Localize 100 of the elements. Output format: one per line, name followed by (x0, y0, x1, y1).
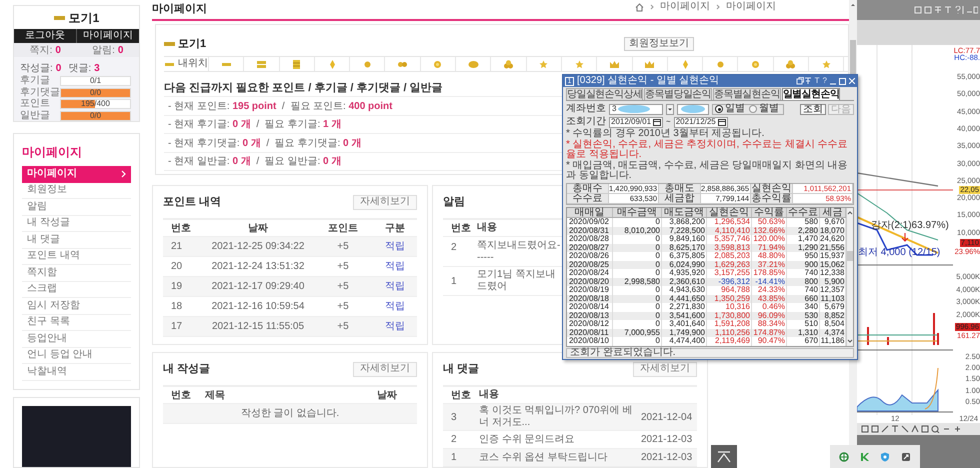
column-header: 제목 (204, 388, 226, 402)
requirement-text: - 현재 후기댓글: 0 개 / 필요 후기댓글: 0 개 (168, 136, 362, 151)
radio-label: 월별 (759, 104, 779, 114)
table-cell-text: +5 (336, 300, 350, 314)
post-count-label: 작성글: (20, 62, 53, 76)
table-cell-text: 2021-12-04 (641, 410, 694, 424)
menu-item[interactable]: 마이페이지 (22, 166, 131, 182)
count-value: 0 (55, 44, 61, 58)
view-more-button[interactable]: 자세히보기 (633, 362, 697, 376)
column-header: 내용 (477, 222, 498, 234)
member-name: 모기1 (178, 36, 206, 52)
progress-label: 포인트 (20, 99, 51, 110)
column-header: 구분 (384, 222, 406, 236)
summary-label: 세금합 (659, 194, 701, 203)
type-link[interactable]: 적립 (373, 279, 417, 294)
table-cell-text: 코스 수위 옵션 부탁드립니다 (478, 452, 608, 464)
notice-text: * 매입금액, 매도금액, 수수료, 세금은 당일매매일지 화면의 내용과 동일합니다. (566, 161, 849, 181)
window-tab[interactable]: 당일실현손익상세 (566, 88, 644, 100)
window-tab[interactable]: 종목별당일손익 (644, 88, 712, 100)
menu-item[interactable]: 내 댓글 (22, 232, 131, 248)
table-cell: 4,474,400 (662, 337, 707, 346)
table-cell-text: 2021-12-03 (641, 451, 694, 465)
progress-label: 후기댓글 (20, 88, 60, 98)
table-cell-text: 혹 이것도 먹튀입니까? 070위에 베너 저거도... (478, 405, 634, 429)
menu-item[interactable]: 내 작성글 (22, 216, 131, 232)
menu-item[interactable]: 포인트 내역 (22, 248, 131, 265)
notice-text: * 실현손익, 수수료, 세금은 추정치이며, 수수료는 체결시 수수료율로 적용됩니다. (566, 140, 849, 160)
status-text: 조회가 완료되었습니다. (570, 348, 676, 358)
column-header: 매수금액 (613, 208, 662, 217)
summary-label: 수수료 (567, 194, 609, 203)
title-bar-button[interactable]: T (814, 77, 820, 85)
table-cell-text: 2021-12-25 09:34:22 (210, 240, 306, 254)
table-cell-text: 21 (170, 240, 184, 254)
table-cell-text: 1 (450, 274, 458, 288)
panel-title: 내 작성글 (163, 362, 210, 377)
sidebar-button[interactable]: 로그아웃 (14, 29, 76, 43)
table-cell-text: 1 (450, 451, 458, 465)
progress-reading: 0/1 (88, 77, 102, 86)
count-label: 알림: (92, 44, 115, 58)
view-more-button[interactable]: 자세히보기 (353, 194, 417, 210)
window-button[interactable]: 조회 (800, 104, 826, 114)
menu-item[interactable]: 등업안내 (22, 331, 131, 348)
table-cell: 2020/08/10 (567, 337, 613, 346)
progress-label: 일반글 (20, 110, 51, 121)
menu-item[interactable]: 언니 등업 안내 (22, 348, 131, 364)
type-link[interactable]: 적립 (373, 299, 417, 314)
title-bar-button[interactable]: ? (822, 77, 827, 85)
post-count-value: 0 (56, 62, 62, 76)
table-cell-text: +5 (336, 240, 350, 254)
menu-item[interactable]: 스크랩 (22, 282, 131, 298)
sidebar-button[interactable]: 마이페이지 (77, 29, 139, 43)
column-header: 실현손익 (707, 208, 752, 217)
post-count-value: 3 (94, 62, 100, 76)
date-separator: ~ (666, 118, 671, 126)
summary-label: 총수익률 (751, 194, 793, 203)
type-link[interactable]: 적립 (373, 319, 417, 334)
menu-title: 마이페이지 (22, 144, 83, 159)
page-title: 마이페이지 (152, 2, 207, 17)
column-header: 번호 (170, 388, 192, 402)
menu-item[interactable]: 친구 목록 (22, 314, 131, 331)
table-cell-text: 19 (170, 280, 184, 294)
column-header: 포인트 (327, 222, 359, 236)
window-tab[interactable]: 일별실현손익 (782, 88, 840, 100)
requirement-text: - 현재 후기글: 0 개 / 필요 후기글: 1 개 (168, 118, 342, 132)
table-cell-text: 2021-12-15 11:55:05 (210, 320, 306, 334)
table-cell: 2,119,469 (707, 337, 752, 346)
table-cell-text: 18 (170, 300, 184, 314)
menu-item[interactable]: 회원정보 (22, 182, 131, 199)
menu-item[interactable]: 쪽지함 (22, 265, 131, 282)
table-cell-text: 2 (450, 433, 458, 447)
account-field[interactable]: 3 (609, 104, 663, 114)
type-link[interactable]: 적립 (373, 259, 417, 274)
level-label: 내위치 (178, 59, 208, 70)
requirement-text: - 현재 포인트: 195 point / 필요 포인트: 400 point (168, 100, 392, 114)
menu-item[interactable]: 낙찰내역 (22, 364, 131, 380)
table-cell-text: 17 (170, 320, 184, 334)
view-more-button[interactable]: 자세히보기 (353, 362, 417, 376)
menu-item[interactable]: 임시 저장함 (22, 298, 131, 314)
table-cell-text: 3 (450, 410, 458, 424)
type-link[interactable]: 적립 (373, 239, 417, 254)
table-cell-text: 2021-12-24 13:51:32 (210, 260, 306, 274)
member-name: 모기1 (68, 10, 100, 26)
column-header: 수수료 (787, 208, 820, 217)
member-info-button[interactable]: 회원정보보기 (624, 36, 694, 51)
table-cell-text: 2021-12-03 (641, 433, 694, 447)
table-cell-text: +5 (336, 320, 350, 334)
empty-message: 작성한 글이 없습니다. (240, 407, 340, 421)
table-cell: 90.47% (752, 337, 787, 346)
table-cell: 0 (613, 337, 662, 346)
column-header: 번호 (450, 388, 472, 402)
field-label: 계좌번호 (566, 104, 606, 114)
breadcrumb-link[interactable]: 마이페이지 (726, 2, 776, 12)
panel-title: 알림 (443, 194, 465, 210)
menu-item[interactable]: 알림 (22, 199, 131, 216)
window-tab[interactable]: 종목별실현손익 (713, 88, 781, 100)
column-header: 번호 (170, 222, 192, 236)
breadcrumb-link[interactable]: 마이페이지 (660, 2, 710, 12)
table-cell-text: 20 (170, 260, 184, 274)
column-header: 번호 (450, 222, 472, 236)
column-header: 내용 (478, 389, 500, 401)
